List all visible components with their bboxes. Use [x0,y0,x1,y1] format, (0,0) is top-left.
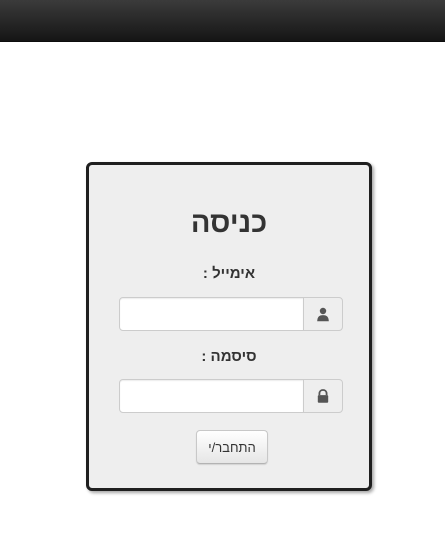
email-addon [303,297,343,331]
login-title: כניסה [190,207,268,239]
user-icon [317,307,329,321]
email-input-group [119,297,343,331]
password-field[interactable] [119,379,304,413]
login-submit-button[interactable]: התחבר/י [196,430,268,464]
password-input-group [119,379,343,413]
password-label: סיסמה : [201,348,257,365]
lock-icon [317,388,329,403]
email-label: אימייל : [202,265,256,282]
top-navigation-bar [0,0,445,42]
password-addon [303,379,343,413]
login-card: כניסה אימייל : סיסמה : התחבר/י [86,162,372,491]
email-field[interactable] [119,297,304,331]
